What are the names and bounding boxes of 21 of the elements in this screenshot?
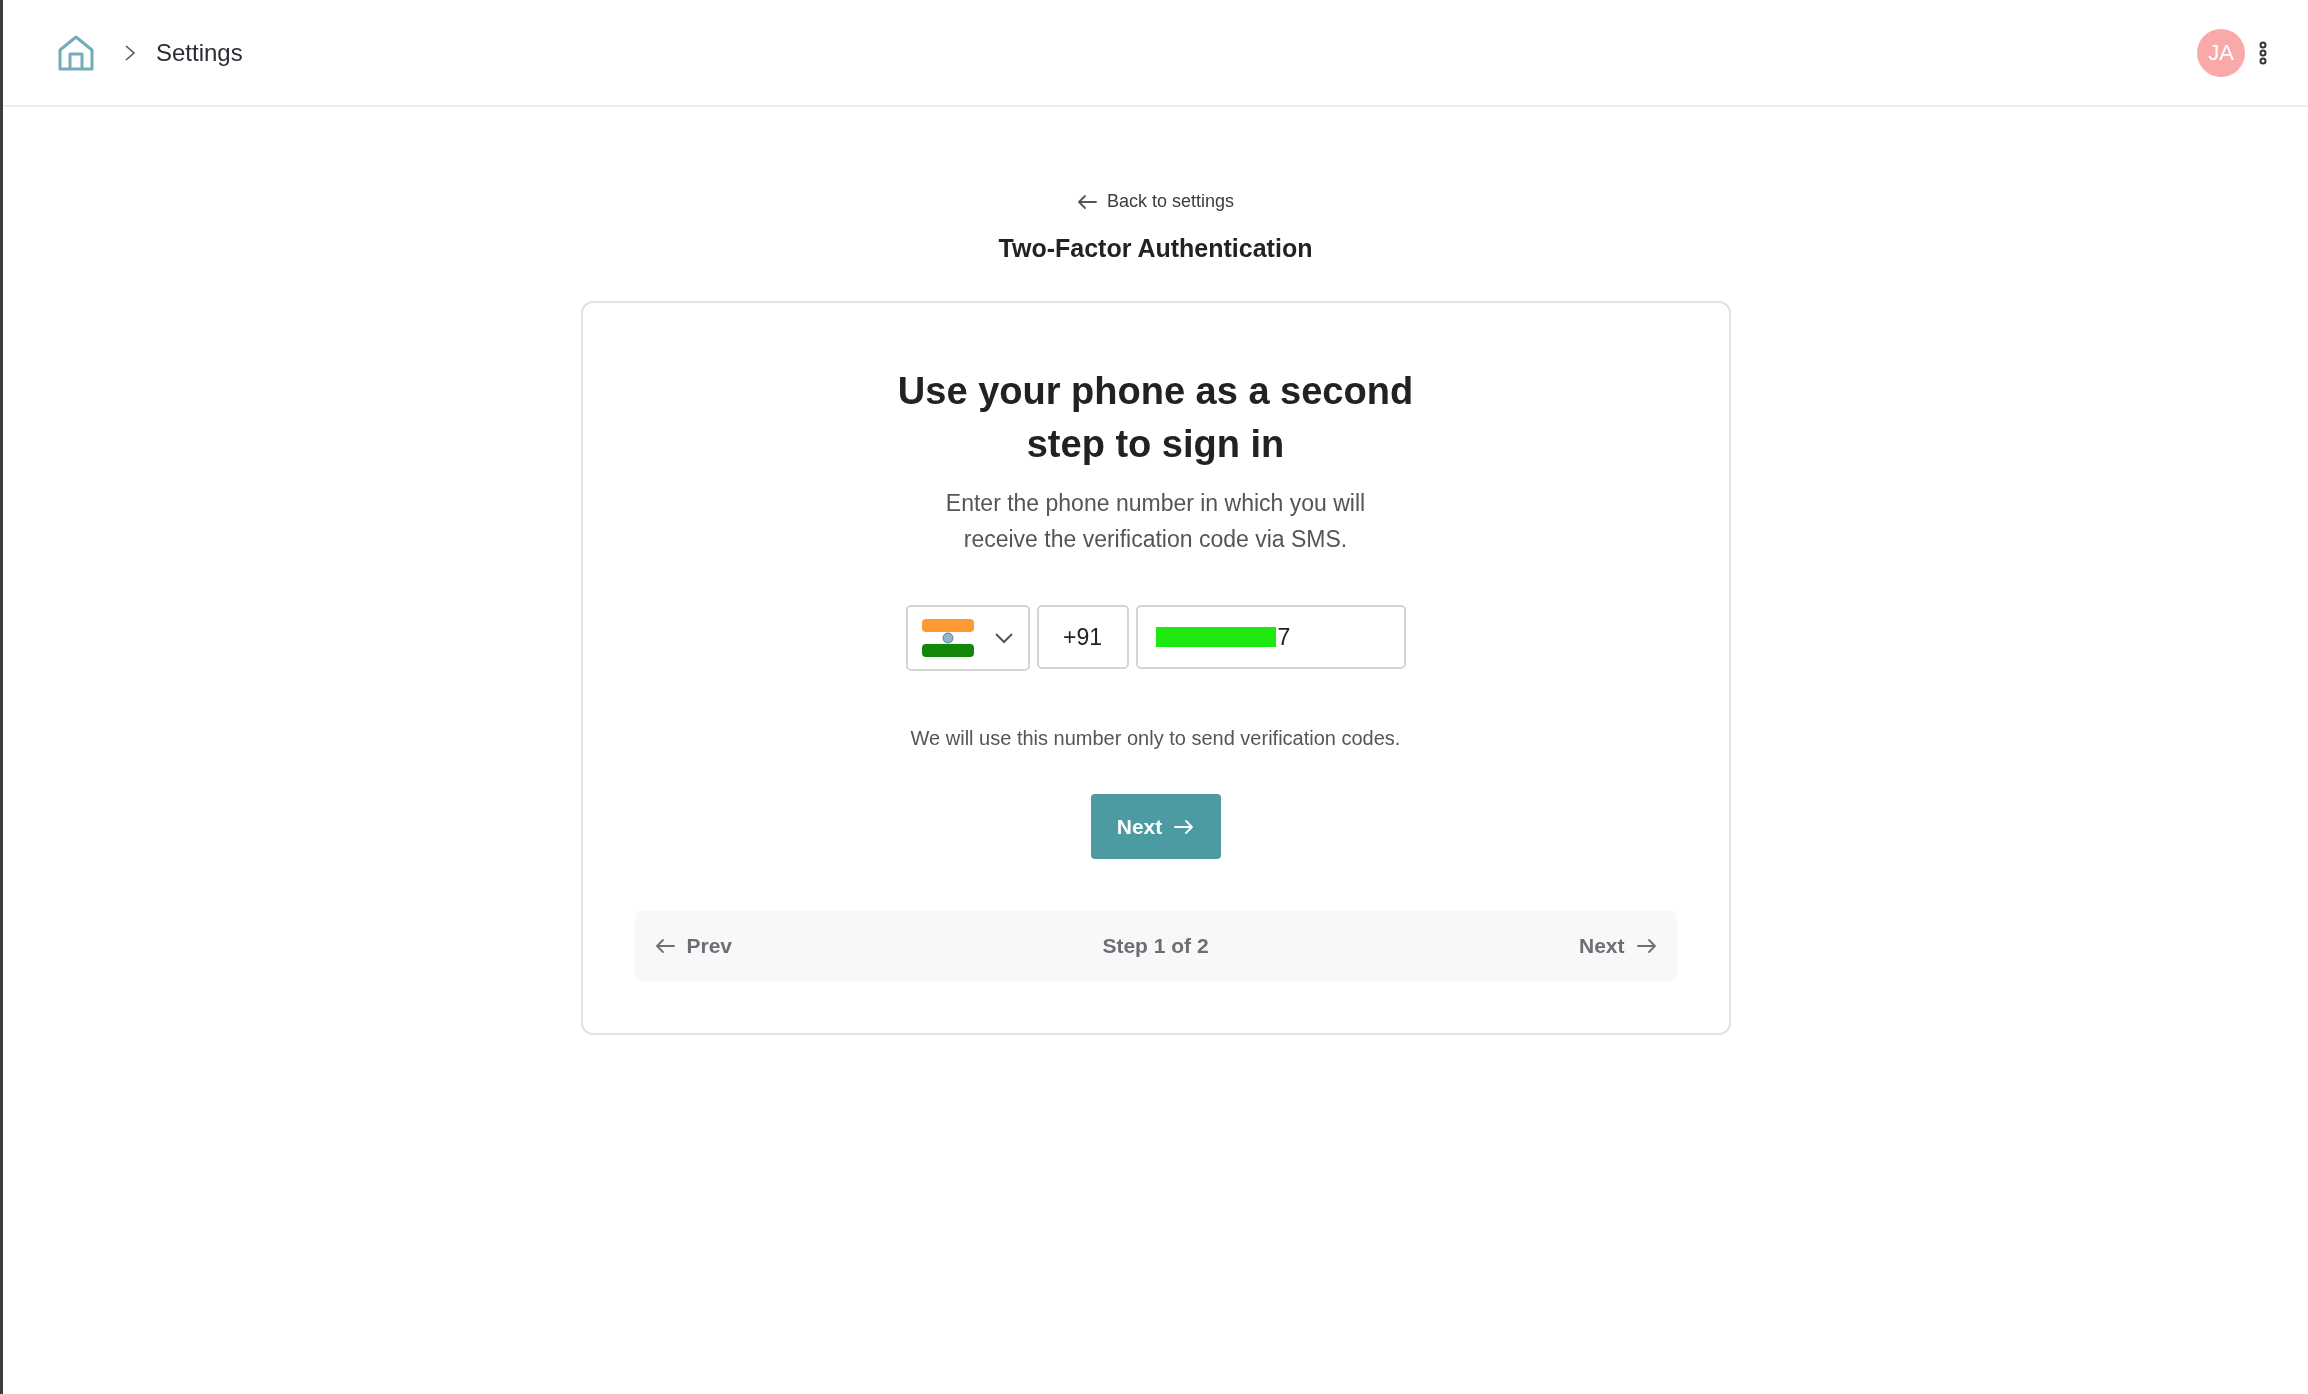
page-title: Two-Factor Authentication <box>998 234 1313 263</box>
home-icon[interactable] <box>58 34 94 71</box>
country-code: +91 <box>1036 605 1129 669</box>
arrow-left-icon <box>654 938 675 954</box>
step-indicator: Step 1 of 2 <box>1102 934 1209 958</box>
flag-icon <box>921 619 974 657</box>
arrow-right-icon <box>1636 938 1657 954</box>
chevron-down-icon <box>993 632 1014 644</box>
prev-link[interactable]: Prev <box>654 934 733 958</box>
arrow-right-icon <box>1174 818 1195 835</box>
arrow-left-icon <box>1076 193 1097 210</box>
breadcrumb-current: Settings <box>156 38 243 67</box>
card-heading: Use your phone as a second step to sign in <box>896 369 1415 467</box>
next-link[interactable]: Next <box>1578 934 1657 958</box>
note-text: We will use this number only to send verification codes. <box>910 727 1401 750</box>
card-description: Enter the phone number in which you will receive the verification code via SMS. <box>944 489 1367 554</box>
more-options-icon[interactable] <box>2258 40 2268 65</box>
back-link[interactable]: Back to settings <box>1076 191 1235 212</box>
next-button[interactable]: Next <box>1090 794 1221 859</box>
chevron-right-icon <box>124 43 136 62</box>
country-select[interactable] <box>905 605 1030 671</box>
